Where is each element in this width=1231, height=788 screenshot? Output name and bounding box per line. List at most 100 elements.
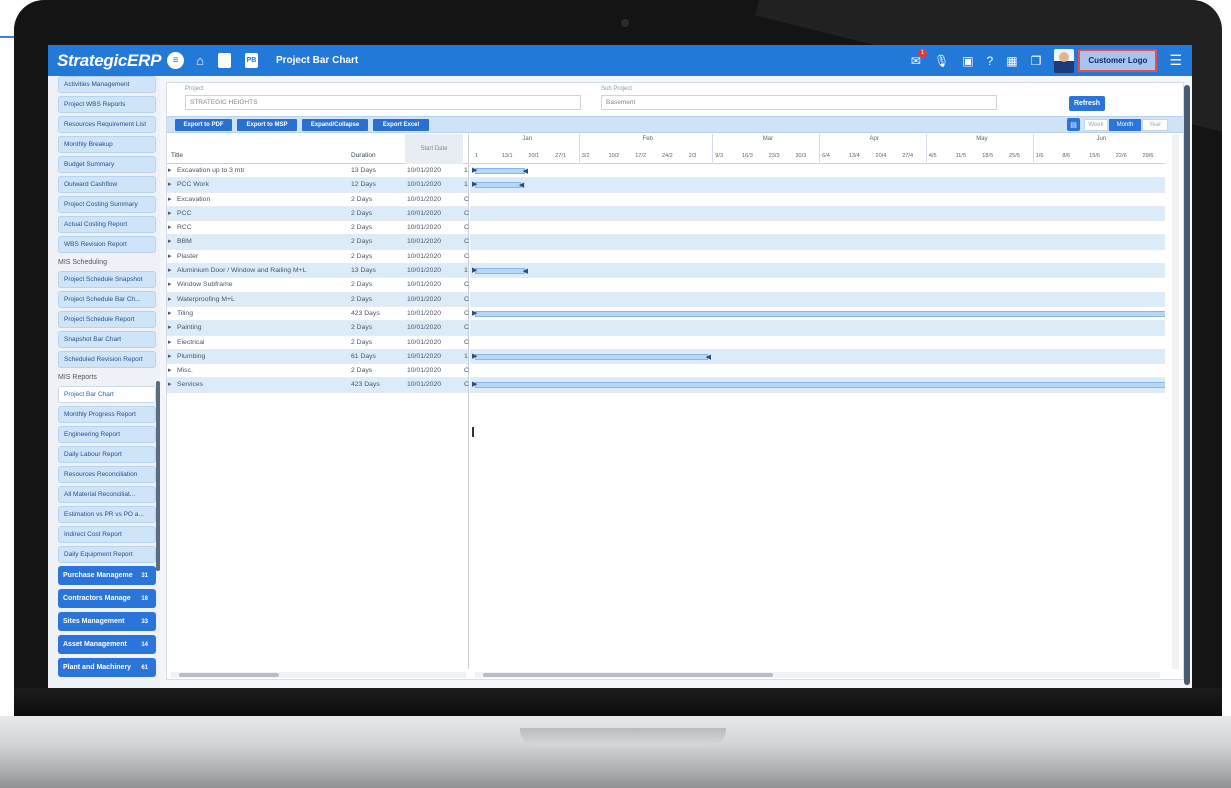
- row-title[interactable]: Plumbing: [177, 353, 205, 360]
- sidebar-item-project-schedule-snapshot[interactable]: Project Schedule Snapshot: [58, 271, 156, 288]
- sidebar-item-budget-summary[interactable]: Budget Summary: [58, 156, 156, 173]
- export-pdf-button[interactable]: Export to PDF: [175, 119, 232, 131]
- sidebar-item-daily-labour-report[interactable]: Daily Labour Report: [58, 446, 156, 463]
- mail-icon[interactable]: ✉ 1: [911, 48, 927, 68]
- table-row[interactable]: ▸ Plumbing 61 Days 10/01/2020 1: [167, 349, 468, 365]
- sidebar-item-project-schedule-bar-ch[interactable]: Project Schedule Bar Ch...: [58, 291, 156, 308]
- expand-triangle-icon[interactable]: ▸: [168, 180, 171, 188]
- sidebar-scrollbar[interactable]: [156, 381, 160, 571]
- row-title[interactable]: BBM: [177, 238, 192, 245]
- user-avatar[interactable]: [1054, 48, 1075, 73]
- table-row[interactable]: ▸ PCC Work 12 Days 10/01/2020 1: [167, 178, 468, 193]
- sidebar-item-actual-costing-report[interactable]: Actual Costing Report: [58, 216, 156, 233]
- sidebar-item-snapshot-bar-chart[interactable]: Snapshot Bar Chart: [58, 331, 156, 348]
- help-icon[interactable]: ?: [987, 54, 994, 68]
- row-title[interactable]: Excavation: [177, 196, 210, 203]
- table-row[interactable]: ▸ Excavation up to 3 mtr 13 Days 10/01/2020…: [167, 164, 468, 179]
- task-bar[interactable]: [475, 168, 525, 174]
- task-bar[interactable]: [475, 382, 1165, 389]
- table-row[interactable]: ▸ Electrical 2 Days 10/01/2020 C: [167, 336, 469, 350]
- sidebar-item-project-bar-chart[interactable]: Project Bar Chart: [58, 386, 156, 403]
- sidebar-item-scheduled-revision-report[interactable]: Scheduled Revision Report: [58, 351, 156, 368]
- calculator-icon[interactable]: ▦: [1006, 54, 1017, 68]
- row-title[interactable]: Services: [177, 381, 203, 388]
- subproject-select[interactable]: Basement: [601, 95, 997, 110]
- pb-icon[interactable]: PB: [244, 53, 258, 68]
- gantt-vertical-scrollbar[interactable]: [1172, 134, 1179, 669]
- sidebar-item-outward-cashflow[interactable]: Outward Cashflow: [58, 176, 156, 193]
- brand-logo[interactable]: StrategicERP: [57, 51, 161, 71]
- page-scrollbar[interactable]: [1184, 85, 1190, 685]
- table-row[interactable]: ▸ BBM 2 Days 10/01/2020 C: [167, 235, 469, 250]
- microphone-icon[interactable]: 🎙: [934, 54, 949, 68]
- export-excel-button[interactable]: Export Excel: [373, 119, 429, 131]
- table-row[interactable]: ▸ Services 423 Days 10/01/2020 C: [167, 378, 469, 393]
- column-duration[interactable]: Duration: [351, 152, 376, 159]
- table-row[interactable]: ▸ Painting 2 Days 10/01/2020 C: [167, 321, 469, 336]
- sidebar-item-resources-requirement-list[interactable]: Resources Requirement List: [58, 116, 156, 133]
- row-title[interactable]: Window Subframe: [177, 281, 233, 288]
- sidebar-item-project-costing-summary[interactable]: Project Costing Summary: [58, 196, 156, 213]
- window-icon[interactable]: ❐: [1031, 54, 1042, 68]
- sidebar-group-contractors-manage[interactable]: Contractors Manage 16: [58, 589, 156, 608]
- expand-triangle-icon[interactable]: ▸: [168, 280, 171, 288]
- table-row[interactable]: ▸ Aluminium Door / Window and Railing M+L…: [167, 264, 468, 279]
- row-title[interactable]: RCC: [177, 224, 192, 231]
- expand-triangle-icon[interactable]: ▸: [168, 252, 171, 260]
- export-msp-button[interactable]: Export to MSP: [237, 119, 297, 131]
- sidebar-item-estimation-vs-pr-vs-po-a[interactable]: Estimation vs PR vs PO a...: [58, 506, 156, 523]
- table-row[interactable]: ▸ Plaster 2 Days 10/01/2020 C: [167, 250, 469, 265]
- task-bar[interactable]: [475, 353, 708, 360]
- expand-triangle-icon[interactable]: ▸: [168, 323, 171, 331]
- row-title[interactable]: Waterproofing M+L: [177, 296, 235, 303]
- table-row[interactable]: ▸ Misc. 2 Days 10/01/2020 C: [167, 364, 469, 379]
- row-title[interactable]: Tiling: [177, 310, 193, 317]
- sidebar-item-daily-equipment-report[interactable]: Daily Equipment Report: [58, 546, 156, 563]
- expand-triangle-icon[interactable]: ▸: [168, 237, 171, 245]
- sidebar-item-engineering-report[interactable]: Engineering Report: [58, 426, 156, 443]
- expand-collapse-button[interactable]: Expand/Collapse: [302, 119, 368, 131]
- sidebar-group-plant-and-machinery[interactable]: Plant and Machinery 61: [58, 658, 156, 677]
- task-bar[interactable]: [475, 310, 1165, 317]
- table-row[interactable]: ▸ Window Subframe 2 Days 10/01/2020 C: [167, 278, 469, 293]
- grid-horizontal-scrollbar[interactable]: [171, 672, 466, 678]
- expand-triangle-icon[interactable]: ▸: [168, 266, 171, 274]
- row-title[interactable]: PCC Work: [177, 181, 209, 188]
- main-menu-icon[interactable]: ≡: [167, 52, 185, 69]
- gantt-horizontal-scrollbar[interactable]: [475, 672, 1160, 678]
- sidebar-item-monthly-breakup[interactable]: Monthly Breakup: [58, 136, 156, 153]
- table-row[interactable]: ▸ Tiling 423 Days 10/01/2020 C: [167, 307, 469, 322]
- document-icon[interactable]: [217, 53, 231, 68]
- sidebar-item-indirect-cost-report[interactable]: Indirect Cost Report: [58, 526, 156, 543]
- project-select[interactable]: STRATEGIC HEIGHTS: [185, 95, 581, 110]
- table-row[interactable]: ▸ RCC 2 Days 10/01/2020 C: [167, 221, 469, 236]
- zoom-month-button[interactable]: Month: [1109, 119, 1141, 131]
- sidebar-item-wbs-revision-report[interactable]: WBS Revision Report: [58, 236, 156, 253]
- expand-triangle-icon[interactable]: ▸: [168, 166, 171, 174]
- expand-triangle-icon[interactable]: ▸: [168, 309, 171, 317]
- expand-triangle-icon[interactable]: ▸: [168, 195, 171, 203]
- refresh-button[interactable]: Refresh: [1069, 96, 1105, 111]
- gantt-scroll-thumb[interactable]: [483, 673, 773, 677]
- expand-triangle-icon[interactable]: ▸: [168, 223, 171, 231]
- expand-triangle-icon[interactable]: ▸: [168, 338, 171, 346]
- sidebar-group-purchase-manageme[interactable]: Purchase Manageme 31: [58, 566, 156, 585]
- table-row[interactable]: ▸ Waterproofing M+L 2 Days 10/01/2020 C: [167, 292, 469, 307]
- sidebar-group-sites-management[interactable]: Sites Management 33: [58, 612, 156, 631]
- table-row[interactable]: ▸ PCC 2 Days 10/01/2020 C: [167, 206, 469, 222]
- expand-triangle-icon[interactable]: ▸: [168, 380, 171, 388]
- row-title[interactable]: Aluminium Door / Window and Railing M+L: [177, 267, 306, 274]
- expand-triangle-icon[interactable]: ▸: [168, 295, 171, 303]
- zoom-year-button[interactable]: Year: [1142, 119, 1168, 131]
- grid-scroll-thumb[interactable]: [179, 673, 279, 677]
- row-title[interactable]: Painting: [177, 324, 202, 331]
- expand-triangle-icon[interactable]: ▸: [168, 352, 171, 360]
- sidebar-item-resources-reconciliation[interactable]: Resources Reconciliation: [58, 466, 156, 483]
- hamburger-menu-icon[interactable]: ☰: [1169, 52, 1182, 69]
- table-row[interactable]: ▸ Excavation 2 Days 10/01/2020 C: [167, 193, 469, 207]
- sidebar-item-activities-management[interactable]: Activities Management: [58, 76, 156, 93]
- calendar-icon[interactable]: ▤: [1067, 118, 1080, 131]
- expand-triangle-icon[interactable]: ▸: [168, 366, 171, 374]
- sidebar-item-all-material-reconciliat[interactable]: All Material Reconciliat...: [58, 486, 156, 503]
- task-bar[interactable]: [475, 182, 521, 189]
